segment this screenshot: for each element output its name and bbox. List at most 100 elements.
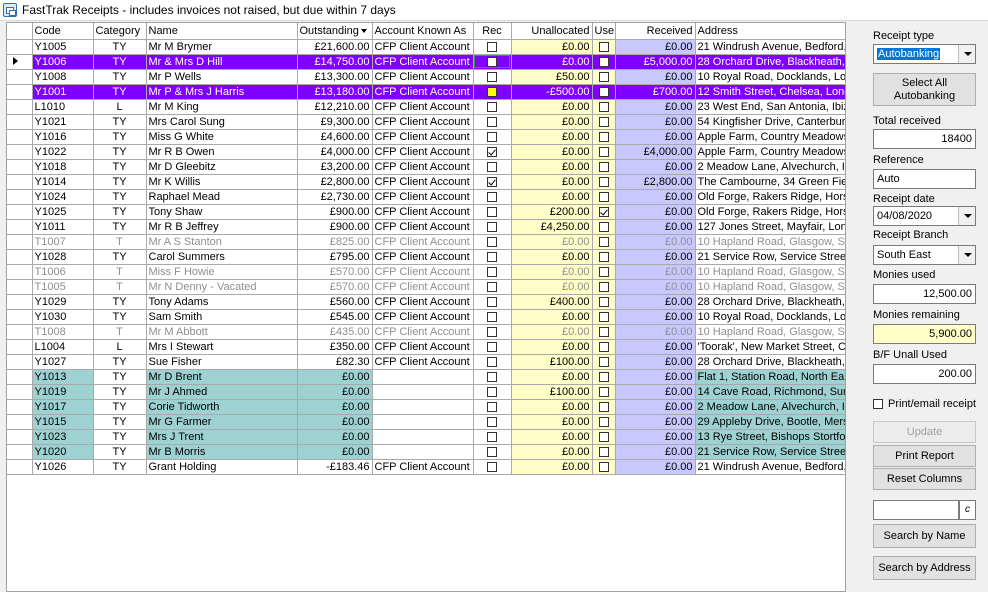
cell-received[interactable]: £0.00 — [615, 264, 696, 280]
cell-category[interactable]: TY — [93, 69, 147, 85]
cell-rec[interactable] — [473, 189, 512, 205]
row-selector[interactable] — [7, 429, 33, 445]
cell-use[interactable] — [592, 249, 616, 265]
rec-checkbox[interactable] — [487, 371, 497, 382]
cell-use[interactable] — [592, 39, 616, 55]
cell-address[interactable]: 10 Royal Road, Docklands, Lo — [695, 69, 845, 85]
cell-received[interactable]: £0.00 — [615, 369, 696, 385]
col-header-account[interactable]: Account Known As — [372, 23, 474, 40]
table-row[interactable]: Y1015 TY Mr G Farmer £0.00 £0.00 £0.00 29 Appl… — [7, 414, 845, 430]
cell-category[interactable]: TY — [93, 309, 147, 325]
rec-checkbox[interactable] — [487, 431, 497, 442]
cell-outstanding[interactable]: £900.00 — [297, 204, 373, 220]
cell-code[interactable]: T1006 — [32, 264, 94, 280]
cell-outstanding[interactable]: £435.00 — [297, 324, 373, 340]
cell-category[interactable]: TY — [93, 249, 147, 265]
cell-address[interactable]: 13 Rye Street, Bishops Stortfor — [695, 429, 845, 445]
cell-received[interactable]: £5,000.00 — [615, 54, 696, 70]
cell-outstanding[interactable]: £795.00 — [297, 249, 373, 265]
rec-checkbox[interactable] — [487, 191, 497, 202]
cell-unallocated[interactable]: £0.00 — [511, 114, 593, 130]
table-row[interactable]: Y1017 TY Corie Tidworth £0.00 £0.00 £0.00 2 Me… — [7, 399, 845, 415]
cell-rec[interactable] — [473, 69, 512, 85]
cell-category[interactable]: T — [93, 264, 147, 280]
cell-received[interactable]: £0.00 — [615, 414, 696, 430]
cell-name[interactable]: Grant Holding — [146, 459, 298, 475]
row-selector[interactable] — [7, 219, 33, 235]
cell-account[interactable]: CFP Client Account — [372, 264, 474, 280]
cell-address[interactable]: 21 Windrush Avenue, Bedford, — [695, 39, 845, 55]
cell-name[interactable]: Raphael Mead — [146, 189, 298, 205]
cell-received[interactable]: £0.00 — [615, 159, 696, 175]
cell-rec[interactable] — [473, 159, 512, 175]
cell-received[interactable]: £0.00 — [615, 129, 696, 145]
use-checkbox[interactable] — [598, 326, 609, 337]
cell-received[interactable]: £0.00 — [615, 234, 696, 250]
cell-name[interactable]: Mr J Ahmed — [146, 384, 298, 400]
cell-account[interactable]: CFP Client Account — [372, 279, 474, 295]
rec-checkbox[interactable] — [487, 326, 497, 337]
cell-rec[interactable] — [473, 354, 512, 370]
table-row[interactable]: Y1026 TY Grant Holding -£183.46 CFP Client A… — [7, 459, 845, 475]
cell-rec[interactable] — [473, 324, 512, 340]
cell-category[interactable]: TY — [93, 114, 147, 130]
cell-category[interactable]: TY — [93, 444, 147, 460]
rec-checkbox[interactable] — [487, 206, 497, 217]
cell-address[interactable]: 28 Orchard Drive, Blackheath, — [695, 54, 845, 70]
cell-category[interactable]: TY — [93, 294, 147, 310]
table-row[interactable]: Y1006 TY Mr & Mrs D Hill £14,750.00 CFP Clie… — [7, 54, 845, 70]
cell-name[interactable]: Corie Tidworth — [146, 399, 298, 415]
cell-outstanding[interactable]: £2,800.00 — [297, 174, 373, 190]
row-selector[interactable] — [7, 249, 33, 265]
cell-rec[interactable] — [473, 369, 512, 385]
cell-outstanding[interactable]: £0.00 — [297, 384, 373, 400]
cell-unallocated[interactable]: £400.00 — [511, 294, 593, 310]
cell-use[interactable] — [592, 264, 616, 280]
cell-rec[interactable] — [473, 54, 512, 70]
chevron-down-icon[interactable] — [958, 246, 975, 264]
cell-outstanding[interactable]: £0.00 — [297, 429, 373, 445]
cell-unallocated[interactable]: £0.00 — [511, 99, 593, 115]
table-row[interactable]: Y1008 TY Mr P Wells £13,300.00 CFP Client Ac… — [7, 69, 845, 85]
use-checkbox[interactable] — [598, 56, 609, 67]
cell-rec[interactable] — [473, 174, 512, 190]
row-selector[interactable] — [7, 54, 33, 70]
cell-rec[interactable] — [473, 204, 512, 220]
cell-outstanding[interactable]: £560.00 — [297, 294, 373, 310]
cell-unallocated[interactable]: £0.00 — [511, 249, 593, 265]
cell-received[interactable]: £0.00 — [615, 204, 696, 220]
cell-account[interactable]: CFP Client Account — [372, 339, 474, 355]
row-selector[interactable] — [7, 384, 33, 400]
table-row[interactable]: Y1014 TY Mr K Willis £2,800.00 CFP Client Ac… — [7, 174, 845, 190]
cell-unallocated[interactable]: £0.00 — [511, 309, 593, 325]
table-row[interactable]: L1010 L Mr M King £12,210.00 CFP Client Acco… — [7, 99, 845, 115]
cell-outstanding[interactable]: £3,200.00 — [297, 159, 373, 175]
receipts-grid[interactable]: Code Category Name Outstanding Account K… — [6, 22, 846, 592]
cell-code[interactable]: Y1001 — [32, 84, 94, 100]
cell-name[interactable]: Sam Smith — [146, 309, 298, 325]
cell-use[interactable] — [592, 399, 616, 415]
cell-rec[interactable] — [473, 279, 512, 295]
use-checkbox[interactable] — [598, 146, 609, 157]
rec-checkbox[interactable] — [487, 461, 497, 472]
cell-use[interactable] — [592, 369, 616, 385]
cell-code[interactable]: Y1028 — [32, 249, 94, 265]
cell-code[interactable]: T1008 — [32, 324, 94, 340]
cell-address[interactable]: 12 Smith Street, Chelsea, Lonc — [695, 84, 845, 100]
cell-rec[interactable] — [473, 384, 512, 400]
cell-rec[interactable] — [473, 99, 512, 115]
table-row[interactable]: Y1020 TY Mr B Morris £0.00 £0.00 £0.00 21 Serv… — [7, 444, 845, 460]
cell-name[interactable]: Mr P & Mrs J Harris — [146, 84, 298, 100]
cell-use[interactable] — [592, 219, 616, 235]
monies-used-field[interactable]: 12,500.00 — [873, 284, 976, 304]
cell-code[interactable]: L1010 — [32, 99, 94, 115]
cell-code[interactable]: Y1020 — [32, 444, 94, 460]
cell-received[interactable]: £0.00 — [615, 324, 696, 340]
table-row[interactable]: Y1022 TY Mr R B Owen £4,000.00 CFP Client Ac… — [7, 144, 845, 160]
rec-checkbox[interactable] — [487, 146, 497, 157]
cell-name[interactable]: Mr B Morris — [146, 444, 298, 460]
cell-category[interactable]: TY — [93, 429, 147, 445]
use-checkbox[interactable] — [598, 191, 609, 202]
use-checkbox[interactable] — [598, 386, 609, 397]
cell-use[interactable] — [592, 279, 616, 295]
